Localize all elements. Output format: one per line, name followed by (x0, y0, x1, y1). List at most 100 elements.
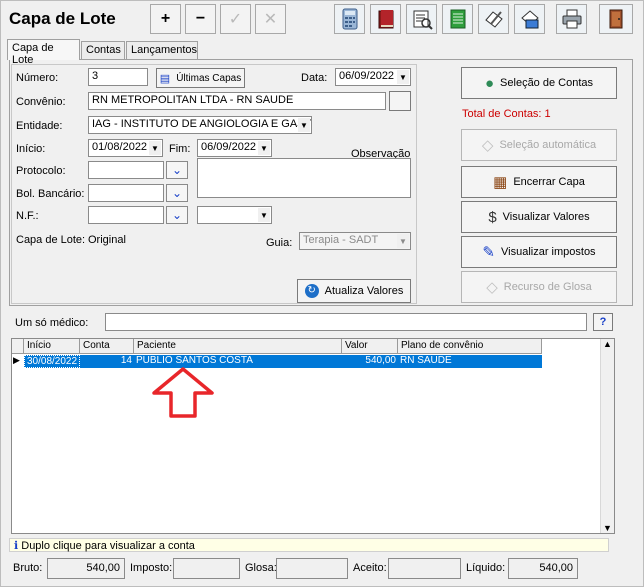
cancel-button[interactable]: ✕ (255, 4, 286, 34)
aceito-value (388, 558, 461, 579)
glosa-value (276, 558, 348, 579)
money-bag-icon: $ (488, 208, 497, 226)
recurso-glosa-button[interactable]: ◇ Recurso de Glosa (461, 271, 617, 303)
selecao-automatica-button[interactable]: ◇ Seleção automática (461, 129, 617, 161)
guia-label: Guia: (266, 237, 293, 249)
scroll-down-icon[interactable]: ▼ (601, 523, 614, 533)
selecao-automatica-label: Seleção automática (499, 139, 597, 151)
protocolo-dropdown-icon[interactable]: ⌄ (166, 161, 188, 179)
entidade-label: Entidade: (16, 120, 63, 132)
refresh-icon: ↻ (304, 284, 319, 298)
data-field[interactable]: 06/09/2022 ▼ (335, 68, 411, 86)
protocolo-field[interactable] (88, 161, 164, 179)
help-button[interactable]: ? (593, 313, 613, 331)
confirm-button[interactable]: ✓ (220, 4, 251, 34)
total-contas-text: Total de Contas: 1 (462, 108, 551, 120)
cell-inicio: 30/08/2022 (24, 355, 80, 368)
convenio-label: Convênio: (16, 96, 66, 108)
protocolo-label: Protocolo: (16, 165, 66, 177)
fim-value: 06/09/2022 (201, 141, 257, 153)
calculator-icon[interactable] (334, 4, 365, 34)
ultimas-capas-button[interactable]: ▤ Últimas Capas (156, 68, 245, 88)
remove-button[interactable]: − (185, 4, 216, 34)
entidade-select[interactable]: IAG - INSTITUTO DE ANGIOLOGIA E GASTI ▼ (88, 116, 312, 134)
tab-contas[interactable]: Contas (81, 41, 125, 60)
atualiza-valores-label: Atualiza Valores (324, 285, 404, 297)
spreadsheet-icon[interactable] (442, 4, 473, 34)
data-value: 06/09/2022 (339, 70, 395, 82)
imposto-value (173, 558, 240, 579)
cell-valor: 540,00 (365, 355, 396, 366)
cell-conta: 14 (120, 355, 132, 366)
grid-header-paciente[interactable]: Paciente (134, 339, 342, 354)
medico-field[interactable] (105, 313, 587, 331)
visualizar-valores-label: Visualizar Valores (502, 211, 590, 223)
status-text: Duplo clique para visualizar a conta (21, 540, 195, 552)
convenio-field[interactable]: RN METROPOLITAN LTDA - RN SAUDE (88, 92, 386, 110)
box-icon: ▦ (493, 174, 508, 191)
liquido-value: 540,00 (508, 558, 578, 579)
nf-dropdown-icon[interactable]: ⌄ (166, 206, 188, 224)
nf-type-select[interactable]: ▼ (197, 206, 272, 224)
chevron-down-icon: ▼ (397, 70, 409, 84)
numero-field[interactable]: 3 (88, 68, 148, 86)
grid-header-plano[interactable]: Plano de convênio (398, 339, 542, 354)
window-title: Capa de Lote (9, 9, 116, 28)
chevron-down-icon: ▼ (298, 118, 310, 132)
user-search-icon: ● (484, 74, 495, 92)
atualiza-valores-button[interactable]: ↻ Atualiza Valores (297, 279, 411, 303)
pen-document-icon: ✎ (482, 244, 495, 261)
chevron-down-icon: ▼ (149, 141, 161, 155)
print-preview-icon[interactable] (406, 4, 437, 34)
grid-header-valor[interactable]: Valor (342, 339, 398, 354)
capa-de-lote-label: Capa de Lote: (16, 234, 86, 246)
visualizar-valores-button[interactable]: $ Visualizar Valores (461, 201, 617, 233)
chevron-down-icon: ▼ (397, 234, 409, 248)
money-card-icon[interactable] (514, 4, 545, 34)
guia-select[interactable]: Terapia - SADT ▼ (299, 232, 411, 250)
capa-de-lote-window: Capa de Lote + − ✓ ✕ Capa de Lote Contas… (0, 0, 644, 587)
tab-capa-de-lote[interactable]: Capa de Lote (7, 39, 80, 66)
convenio-lookup-button[interactable] (389, 91, 411, 111)
bol-bancario-dropdown-icon[interactable]: ⌄ (166, 184, 188, 202)
grid-header-conta[interactable]: Conta (80, 339, 134, 354)
tab-lancamentos[interactable]: Lançamentos (126, 41, 198, 60)
inicio-field[interactable]: 01/08/2022 ▼ (88, 139, 163, 157)
map-icon: ◇ (481, 137, 494, 154)
fim-label: Fim: (169, 143, 191, 155)
numero-label: Número: (16, 72, 59, 84)
observacao-textarea[interactable] (197, 158, 411, 198)
ultimas-capas-label: Últimas Capas (176, 72, 242, 84)
add-button[interactable]: + (150, 4, 181, 34)
printer-icon[interactable] (556, 4, 587, 34)
scroll-up-icon[interactable]: ▲ (601, 339, 614, 349)
glosa-label: Glosa: (245, 562, 277, 574)
cell-plano: RN SAUDE (400, 355, 452, 366)
bol-bancario-field[interactable] (88, 184, 164, 202)
folder-search-icon: ▤ (159, 72, 171, 85)
document-edit-icon[interactable] (478, 4, 509, 34)
encerrar-capa-button[interactable]: ▦ Encerrar Capa (461, 166, 617, 198)
contas-grid[interactable]: Início Conta Paciente Valor Plano de con… (11, 338, 615, 534)
exit-door-icon[interactable] (599, 4, 633, 34)
chevron-down-icon: ▼ (258, 208, 270, 222)
selecao-contas-button[interactable]: ● Seleção de Contas (461, 67, 617, 99)
visualizar-impostos-label: Visualizar impostos (501, 246, 596, 258)
grid-corner (12, 339, 24, 354)
nf-label: N.F.: (16, 210, 39, 222)
inicio-label: Início: (16, 143, 46, 155)
nf-field[interactable] (88, 206, 164, 224)
capa-de-lote-value: Original (88, 234, 126, 246)
bruto-label: Bruto: (13, 562, 43, 574)
bol-bancario-label: Bol. Bancário: (16, 188, 85, 200)
chevron-down-icon: ▼ (258, 141, 270, 155)
map-icon: ◇ (486, 279, 498, 296)
entidade-value: IAG - INSTITUTO DE ANGIOLOGIA E GASTI (92, 118, 312, 130)
fim-field[interactable]: 06/09/2022 ▼ (197, 139, 272, 157)
inicio-value: 01/08/2022 (92, 141, 148, 153)
imposto-label: Imposto: (130, 562, 173, 574)
grid-vertical-scrollbar[interactable]: ▲ ▼ (600, 339, 614, 533)
grid-header-inicio[interactable]: Início (24, 339, 80, 354)
visualizar-impostos-button[interactable]: ✎ Visualizar impostos (461, 236, 617, 268)
book-icon[interactable] (370, 4, 401, 34)
